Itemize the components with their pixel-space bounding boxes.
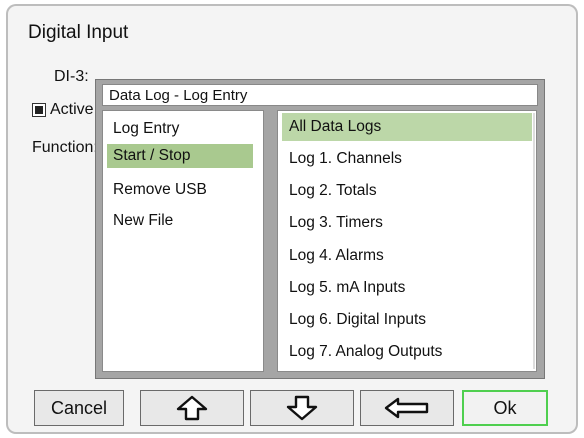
- arrow-down-icon: [285, 395, 319, 421]
- back-button[interactable]: [360, 390, 454, 426]
- action-item-log-entry[interactable]: Log Entry: [107, 117, 179, 141]
- action-list: Log Entry Start / Stop Remove USB New Fi…: [102, 110, 264, 372]
- ok-button[interactable]: Ok: [462, 390, 548, 426]
- di-label: DI-3:: [54, 68, 89, 85]
- action-item-start-stop[interactable]: Start / Stop: [107, 144, 253, 168]
- active-checkbox-row[interactable]: Active: [32, 101, 94, 119]
- function-label: Function:: [32, 139, 98, 156]
- action-item-new-file[interactable]: New File: [107, 209, 173, 233]
- active-checkbox[interactable]: [32, 103, 46, 117]
- arrow-left-icon: [383, 397, 431, 419]
- up-button[interactable]: [140, 390, 244, 426]
- action-item-remove-usb[interactable]: Remove USB: [107, 178, 207, 202]
- down-button[interactable]: [250, 390, 354, 426]
- log-list-scrollbar[interactable]: [533, 113, 535, 369]
- log-item-5[interactable]: Log 5. mA Inputs: [282, 274, 532, 302]
- page-title: Digital Input: [28, 22, 129, 43]
- log-item-1[interactable]: Log 1. Channels: [282, 145, 532, 173]
- log-list: All Data Logs Log 1. Channels Log 2. Tot…: [277, 110, 537, 372]
- cancel-button[interactable]: Cancel: [34, 390, 124, 426]
- log-item-3[interactable]: Log 3. Timers: [282, 209, 532, 237]
- log-item-7[interactable]: Log 7. Analog Outputs: [282, 338, 532, 366]
- log-item-all[interactable]: All Data Logs: [282, 113, 532, 141]
- log-item-2[interactable]: Log 2. Totals: [282, 177, 532, 205]
- active-label: Active: [50, 101, 94, 118]
- dialog-title: Data Log - Log Entry: [102, 84, 538, 106]
- log-item-6[interactable]: Log 6. Digital Inputs: [282, 306, 532, 334]
- data-log-dialog: Data Log - Log Entry Log Entry Start / S…: [95, 79, 545, 379]
- log-item-4[interactable]: Log 4. Alarms: [282, 242, 532, 270]
- arrow-up-icon: [175, 395, 209, 421]
